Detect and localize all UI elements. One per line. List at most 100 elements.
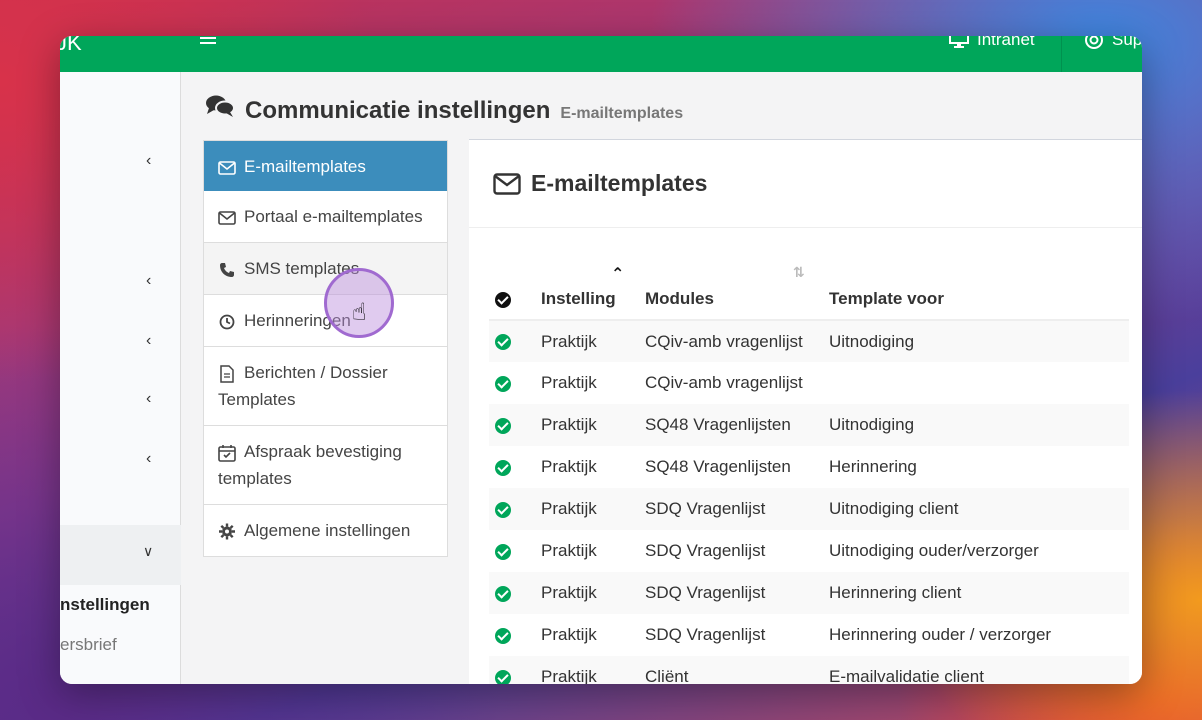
nav-intranet-label: Intranet	[977, 36, 1035, 49]
logo[interactable]: JK	[60, 36, 82, 56]
nav-item-label: Algemene instellingen	[244, 521, 411, 540]
calendar-icon	[218, 444, 236, 462]
cell-instelling: Praktijk	[541, 541, 597, 560]
col-label: Template voor	[829, 289, 944, 308]
sort-icon: ⇅	[793, 264, 805, 280]
cell-modules: SDQ Vragenlijst	[645, 583, 766, 602]
nav-item-emailtemplates[interactable]: E-mailtemplates	[204, 141, 447, 191]
cell-template-voor: Herinnering ouder / verzorger	[829, 625, 1052, 644]
chevron-left-icon[interactable]: ‹	[146, 390, 151, 408]
page-title: Communicatie instellingen	[245, 97, 551, 124]
sidebar-item-expanded[interactable]: ∨	[60, 525, 181, 585]
check-circle-icon	[495, 627, 511, 644]
cell-modules: SDQ Vragenlijst	[645, 541, 766, 560]
table-row[interactable]: Praktijk SQ48 Vragenlijsten Uitnodiging	[489, 404, 1129, 446]
check-circle-icon	[495, 459, 511, 476]
cell-instelling: Praktijk	[541, 331, 597, 351]
cell-instelling: Praktijk	[541, 583, 597, 602]
cell-modules: CQiv-amb vragenlijst	[645, 373, 803, 392]
col-label: Instelling	[541, 289, 616, 308]
col-template-voor[interactable]: Template voor	[829, 258, 1129, 321]
nav-item-sms-templates[interactable]: SMS templates	[204, 243, 447, 295]
cell-instelling: Praktijk	[541, 415, 597, 434]
panel-title: E-mailtemplates	[531, 170, 708, 196]
table-row[interactable]: Praktijk SDQ Vragenlijst Uitnodiging clien…	[489, 488, 1129, 530]
check-circle-icon	[495, 669, 511, 684]
table-row[interactable]: Praktijk SDQ Vragenlijst Uitnodiging ouder…	[489, 530, 1129, 572]
chevron-left-icon[interactable]: ‹	[146, 272, 151, 290]
check-circle-icon	[495, 291, 511, 308]
col-instelling[interactable]: ⌃ Instelling	[541, 258, 645, 321]
top-navbar: JK Intranet Sup	[60, 36, 1142, 72]
nav-intranet[interactable]: Intranet	[949, 36, 1035, 50]
cell-instelling: Praktijk	[541, 373, 597, 392]
check-circle-icon	[495, 585, 511, 602]
col-modules[interactable]: ⇅ Modules	[645, 258, 829, 321]
nav-item-label: Portaal e-mailtemplates	[244, 207, 423, 226]
table-row[interactable]: Praktijk CQiv-amb vragenlijst	[489, 362, 1129, 404]
cell-template-voor: Uitnodiging ouder/verzorger	[829, 541, 1039, 560]
nav-item-algemene-instellingen[interactable]: Algemene instellingen	[204, 505, 447, 556]
menu-toggle-icon[interactable]	[200, 36, 218, 46]
envelope-icon	[218, 210, 236, 225]
nav-item-label: Berichten / Dossier Templates	[218, 363, 388, 409]
chevron-down-icon: ∨	[143, 543, 154, 559]
nav-support[interactable]: Sup	[1084, 36, 1142, 50]
chevron-left-icon[interactable]: ‹	[146, 332, 151, 350]
cell-instelling: Praktijk	[541, 667, 597, 684]
cell-template-voor: Herinnering client	[829, 583, 962, 602]
cell-template-voor: Uitnodiging	[829, 331, 915, 351]
chevron-left-icon[interactable]: ‹	[146, 450, 151, 468]
navbar-divider	[1061, 36, 1062, 72]
table-row[interactable]: Praktijk Cliënt E-mailvalidatie client	[489, 656, 1129, 684]
table-row[interactable]: Praktijk SQ48 Vragenlijsten Herinnering	[489, 446, 1129, 488]
emailtemplates-panel: E-mailtemplates ⌃ Instelling ⇅ Modules T…	[469, 139, 1142, 684]
sidebar-item-nieuwsbrief[interactable]: ersbrief	[60, 635, 117, 655]
cell-modules: SQ48 Vragenlijsten	[645, 415, 791, 434]
cell-instelling: Praktijk	[541, 625, 597, 644]
table-row[interactable]: Praktijk CQiv-amb vragenlijst Uitnodiging	[489, 320, 1129, 362]
document-icon	[220, 364, 234, 383]
nav-item-label: Afspraak bevestiging templates	[218, 442, 402, 488]
sidebar: ‹ ‹ ‹ ‹ ‹ ∨ nstellingen ersbrief	[60, 72, 181, 684]
comments-icon	[206, 95, 235, 117]
nav-item-label: E-mailtemplates	[244, 157, 366, 176]
cell-modules: SDQ Vragenlijst	[645, 499, 766, 518]
table-header-row: ⌃ Instelling ⇅ Modules Template voor	[489, 258, 1129, 321]
envelope-icon	[218, 160, 236, 175]
nav-item-portaal-emailtemplates[interactable]: Portaal e-mailtemplates	[204, 191, 447, 243]
cell-instelling: Praktijk	[541, 457, 597, 476]
col-active[interactable]	[489, 258, 541, 321]
cell-template-voor: Uitnodiging	[829, 415, 915, 434]
cell-template-voor	[829, 362, 1129, 404]
app-window: JK Intranet Sup ‹ ‹ ‹ ‹ ‹ ∨ nstellingen …	[60, 36, 1142, 684]
gear-icon	[219, 523, 235, 540]
table-row[interactable]: Praktijk SDQ Vragenlijst Herinnering clien…	[489, 572, 1129, 614]
sort-asc-icon: ⌃	[611, 266, 625, 283]
check-circle-icon	[495, 417, 511, 434]
nav-item-berichten-dossier[interactable]: Berichten / Dossier Templates	[204, 347, 447, 426]
cell-modules: CQiv-amb vragenlijst	[645, 331, 803, 351]
check-circle-icon	[495, 375, 511, 392]
sidebar-item-instellingen[interactable]: nstellingen	[60, 595, 150, 615]
page-header: Communicatie instellingen E-mailtemplate…	[205, 94, 683, 125]
phone-icon	[220, 262, 234, 277]
table-row[interactable]: Praktijk SDQ Vragenlijst Herinnering ouder…	[489, 614, 1129, 656]
cell-template-voor: E-mailvalidatie client	[829, 667, 984, 684]
check-circle-icon	[495, 543, 511, 560]
chevron-left-icon[interactable]: ‹	[146, 152, 151, 170]
monitor-icon	[949, 36, 969, 48]
cell-template-voor: Uitnodiging client	[829, 499, 959, 518]
col-label: Modules	[645, 289, 714, 308]
envelope-icon	[493, 172, 521, 195]
check-circle-icon	[495, 501, 511, 518]
check-circle-icon	[495, 334, 511, 351]
settings-nav: E-mailtemplates Portaal e-mailtemplates …	[203, 140, 448, 557]
lifebuoy-icon	[1085, 36, 1103, 49]
templates-table: ⌃ Instelling ⇅ Modules Template voor Pra…	[489, 258, 1129, 684]
clock-icon	[219, 314, 235, 329]
cell-modules: SDQ Vragenlijst	[645, 625, 766, 644]
nav-item-afspraak-bevestiging[interactable]: Afspraak bevestiging templates	[204, 426, 447, 505]
panel-header: E-mailtemplates	[469, 140, 1142, 228]
page-subtitle: E-mailtemplates	[560, 105, 684, 122]
